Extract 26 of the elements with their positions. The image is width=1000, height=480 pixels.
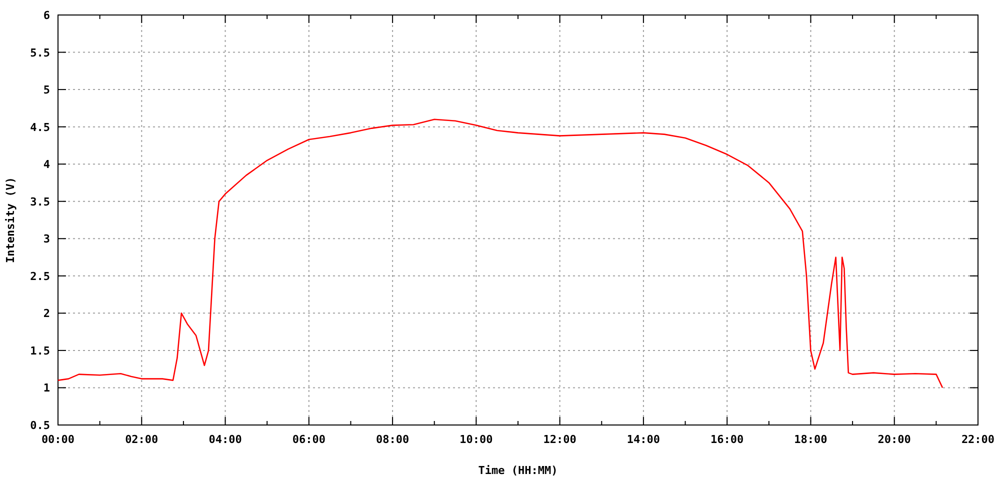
y-tick-label: 1	[43, 382, 50, 395]
x-tick-label: 14:00	[626, 433, 660, 446]
y-tick-label: 4.5	[30, 120, 50, 134]
x-tick-label: 10:00	[460, 433, 493, 446]
y-tick-label: 2.5	[30, 270, 50, 283]
y-tick-label: 3.5	[30, 195, 50, 208]
x-tick-label: 20:00	[878, 433, 911, 446]
y-tick-label: 0.5	[30, 419, 50, 432]
y-tick-label: 6	[43, 9, 50, 22]
y-tick-label: 3	[43, 232, 50, 246]
x-tick-label: 18:00	[794, 433, 828, 446]
y-tick-label: 5.5	[30, 46, 50, 60]
y-tick-label: 4	[43, 158, 50, 172]
x-tick-label: 04:00	[208, 433, 242, 446]
x-tick-label: 22:00	[961, 433, 995, 446]
y-axis-title: Intensity (V)	[4, 176, 17, 264]
x-tick-label: 12:00	[543, 433, 576, 446]
y-tick-label: 2	[43, 307, 50, 320]
x-tick-label: 08:00	[376, 433, 410, 446]
y-tick-label: 5	[43, 84, 50, 97]
y-tick-label: 1.5	[30, 344, 50, 358]
x-tick-label: 06:00	[292, 433, 326, 446]
x-tick-label: 02:00	[125, 433, 158, 446]
x-tick-label: 00:00	[41, 433, 75, 446]
x-axis-title: Time (HH:MM)	[478, 464, 558, 477]
x-tick-label: 16:00	[710, 433, 744, 446]
